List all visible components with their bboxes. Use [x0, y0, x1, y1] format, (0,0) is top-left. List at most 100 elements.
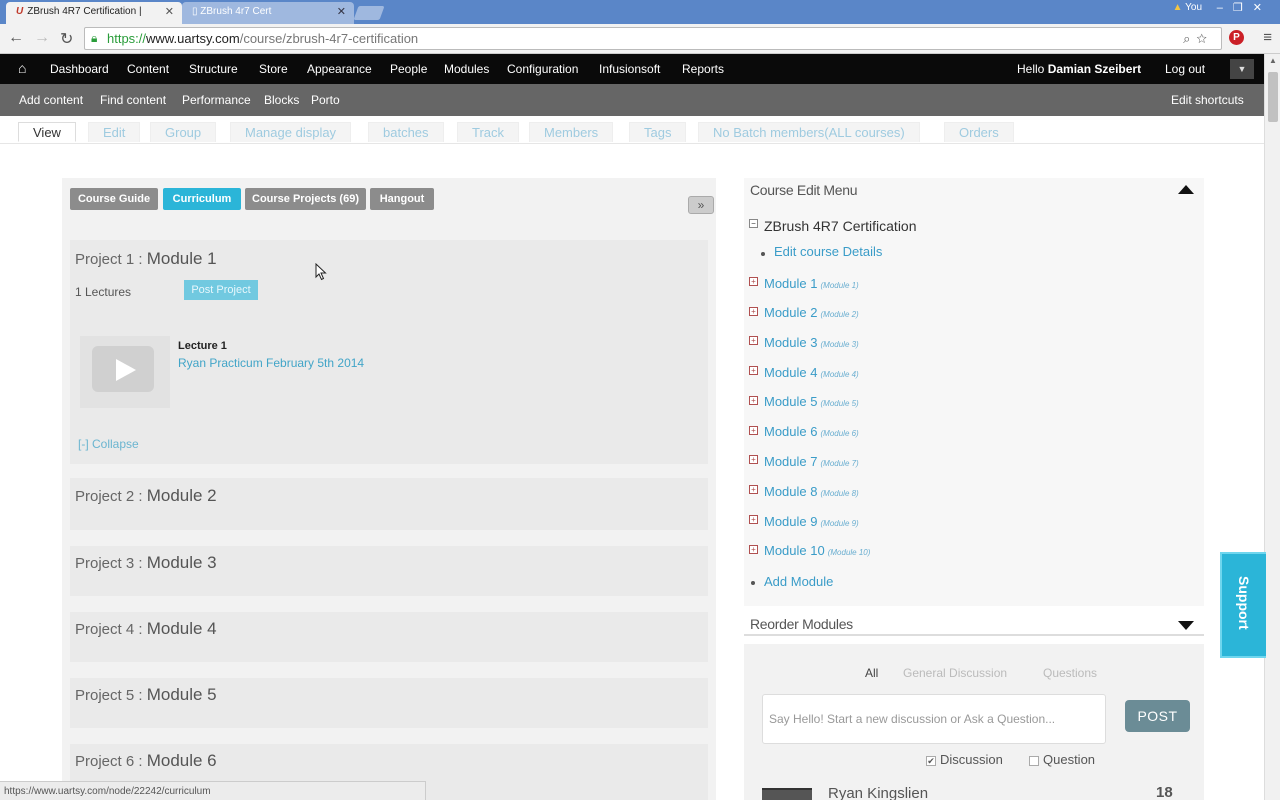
tab-no-batch-members[interactable]: No Batch members(ALL courses) — [698, 122, 920, 142]
tab-general-discussion[interactable]: General Discussion — [903, 666, 1007, 680]
module-link[interactable]: Module 1 (Module 1) — [764, 276, 859, 291]
admin-menu-configuration[interactable]: Configuration — [507, 62, 578, 76]
tab-manage-display[interactable]: Manage display — [230, 122, 352, 142]
zoom-icon[interactable]: ⌕ — [1183, 31, 1196, 46]
question-checkbox[interactable]: Question — [1029, 752, 1095, 767]
reorder-modules-header[interactable]: Reorder Modules — [744, 606, 1204, 636]
collapse-link[interactable]: [-] Collapse — [78, 437, 139, 451]
reload-icon[interactable]: ↻ — [60, 29, 73, 49]
admin-menu-structure[interactable]: Structure — [189, 62, 238, 76]
module-link[interactable]: Module 8 (Module 8) — [764, 484, 859, 499]
plus-box-icon[interactable]: + — [749, 396, 758, 405]
expand-panel-button[interactable]: » — [688, 196, 714, 214]
admin-menu-content[interactable]: Content — [127, 62, 169, 76]
admin-menu-appearance[interactable]: Appearance — [307, 62, 372, 76]
pinterest-icon[interactable]: P — [1229, 30, 1244, 45]
tab-track[interactable]: Track — [457, 122, 520, 142]
collapse-up-icon[interactable] — [1178, 185, 1194, 194]
plus-box-icon[interactable]: + — [749, 277, 758, 286]
post-project-button[interactable]: Post Project — [184, 280, 258, 300]
tab-all[interactable]: All — [865, 666, 878, 680]
tab-group[interactable]: Group — [150, 122, 217, 142]
admin-menu-store[interactable]: Store — [259, 62, 288, 76]
tab-batches[interactable]: batches — [368, 122, 444, 142]
module-link[interactable]: Module 2 (Module 2) — [764, 305, 859, 320]
new-tab-button[interactable] — [353, 6, 385, 20]
close-tab-icon[interactable]: ✕ — [337, 5, 346, 18]
user-name[interactable]: Damian Szeibert — [1048, 62, 1141, 76]
lecture-link[interactable]: Ryan Practicum February 5th 2014 — [178, 355, 368, 371]
restore-icon[interactable]: ❐ — [1233, 2, 1253, 14]
logout-link[interactable]: Log out — [1165, 62, 1205, 76]
project-card[interactable]: Project 5 : Module 5 — [70, 678, 708, 728]
project-card[interactable]: Project 2 : Module 2 — [70, 478, 708, 530]
tab-members[interactable]: Members — [529, 122, 614, 142]
avatar[interactable] — [762, 788, 812, 800]
project-card[interactable]: Project 4 : Module 4 — [70, 612, 708, 662]
shortcut-blocks[interactable]: Blocks — [264, 93, 299, 107]
admin-menu-infusionsoft[interactable]: Infusionsoft — [599, 62, 660, 76]
admin-menu-reports[interactable]: Reports — [682, 62, 724, 76]
browser-tab-active[interactable]: U ZBrush 4R7 Certification | ✕ — [6, 2, 182, 24]
tab-questions[interactable]: Questions — [1043, 666, 1097, 680]
discussion-input[interactable]: Say Hello! Start a new discussion or Ask… — [762, 694, 1106, 744]
project-title[interactable]: Project 1 : Module 1 — [75, 249, 217, 269]
scroll-thumb[interactable] — [1268, 72, 1278, 122]
plus-box-icon[interactable]: + — [749, 515, 758, 524]
course-guide-button[interactable]: Course Guide — [70, 188, 158, 210]
support-tab[interactable]: Support — [1220, 552, 1266, 658]
tab-orders[interactable]: Orders — [944, 122, 1014, 142]
tab-edit[interactable]: Edit — [88, 122, 141, 142]
bookmark-star-icon[interactable]: ☆ — [1196, 31, 1213, 46]
hangout-button[interactable]: Hangout — [370, 188, 434, 210]
shortcut-porto[interactable]: Porto — [311, 93, 340, 107]
shortcut-find-content[interactable]: Find content — [100, 93, 166, 107]
module-link[interactable]: Module 6 (Module 6) — [764, 424, 859, 439]
home-icon[interactable]: ⌂ — [18, 60, 26, 76]
edit-course-details-link[interactable]: Edit course Details — [774, 244, 882, 259]
minus-box-icon[interactable]: − — [749, 219, 758, 228]
project-card[interactable]: Project 3 : Module 3 — [70, 546, 708, 596]
admin-menu-people[interactable]: People — [390, 62, 427, 76]
plus-box-icon[interactable]: + — [749, 336, 758, 345]
admin-menu-dashboard[interactable]: Dashboard — [50, 62, 109, 76]
lecture-thumbnail[interactable] — [80, 336, 170, 408]
chrome-menu-icon[interactable]: ≡ — [1263, 29, 1272, 46]
post-button[interactable]: POST — [1125, 700, 1190, 732]
curriculum-button[interactable]: Curriculum — [163, 188, 241, 210]
tab-tags[interactable]: Tags — [629, 122, 687, 142]
tab-view[interactable]: View — [18, 122, 76, 142]
course-projects-button[interactable]: Course Projects (69) — [245, 188, 366, 210]
url-input[interactable]: 🔒︎ https://www.uartsy.com/course/zbrush-… — [84, 27, 1222, 50]
expand-down-icon[interactable] — [1178, 621, 1194, 630]
module-link[interactable]: Module 10 (Module 10) — [764, 543, 870, 558]
chevron-down-icon[interactable]: ▼ — [1230, 59, 1254, 79]
plus-box-icon[interactable]: + — [749, 426, 758, 435]
module-link[interactable]: Module 7 (Module 7) — [764, 454, 859, 469]
module-link[interactable]: Module 4 (Module 4) — [764, 365, 859, 380]
plus-box-icon[interactable]: + — [749, 307, 758, 316]
plus-box-icon[interactable]: + — [749, 455, 758, 464]
discussion-user-name[interactable]: Ryan Kingslien — [828, 785, 928, 800]
module-link[interactable]: Module 3 (Module 3) — [764, 335, 859, 350]
forward-arrow-icon[interactable]: → — [34, 29, 50, 47]
close-tab-icon[interactable]: ✕ — [165, 5, 174, 18]
admin-menu-modules[interactable]: Modules — [444, 62, 489, 76]
browser-user-chip[interactable]: ▲ You — [1173, 2, 1202, 13]
close-window-icon[interactable]: ✕ — [1253, 2, 1272, 14]
module-link[interactable]: Module 5 (Module 5) — [764, 394, 859, 409]
plus-box-icon[interactable]: + — [749, 366, 758, 375]
minimize-icon[interactable]: – — [1217, 2, 1233, 14]
browser-tab-inactive[interactable]: ▯ ZBrush 4r7 Cert ✕ — [182, 2, 354, 24]
edit-shortcuts-link[interactable]: Edit shortcuts — [1171, 93, 1244, 107]
discussion-checkbox[interactable]: ✔ Discussion — [926, 752, 1003, 767]
scroll-up-icon[interactable]: ▲ — [1269, 56, 1277, 65]
shortcut-performance[interactable]: Performance — [182, 93, 251, 107]
add-module-link[interactable]: Add Module — [764, 574, 833, 589]
plus-box-icon[interactable]: + — [749, 545, 758, 554]
shortcut-add-content[interactable]: Add content — [19, 93, 83, 107]
plus-box-icon[interactable]: + — [749, 485, 758, 494]
page-scrollbar[interactable]: ▲ — [1264, 54, 1280, 800]
module-link[interactable]: Module 9 (Module 9) — [764, 514, 859, 529]
back-arrow-icon[interactable]: ← — [8, 29, 24, 47]
